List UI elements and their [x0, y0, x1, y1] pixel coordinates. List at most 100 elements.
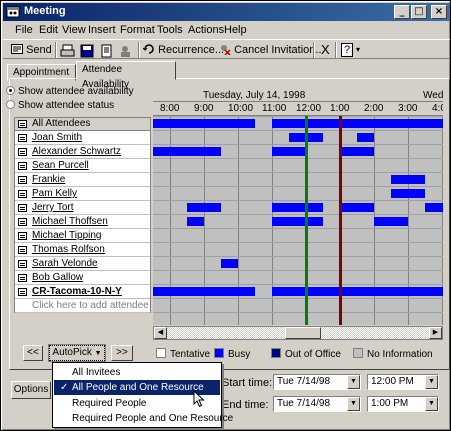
free-busy-grid[interactable]: Tuesday, July 14, 1998 Wed 8:00 9:00 10:00… — [153, 89, 443, 325]
attendee-icon — [18, 246, 27, 254]
attendee-row[interactable]: Frankie — [15, 174, 150, 187]
show-status-option[interactable]: Show attendee status — [6, 100, 114, 111]
attach-icon[interactable] — [100, 43, 115, 59]
add-attendee-placeholder[interactable]: Click here to add attendee — [32, 300, 149, 312]
tentative-swatch — [156, 348, 166, 358]
attendee-name[interactable]: Michael Thoffsen — [32, 216, 108, 228]
menu-file[interactable]: File — [15, 24, 33, 36]
start-date-dropdown-icon[interactable]: ▼ — [347, 375, 360, 389]
attendee-name[interactable]: Pam Kelly — [32, 188, 77, 200]
busy-block — [187, 217, 204, 226]
attendee-name[interactable]: Michael Tipping — [32, 230, 101, 242]
toolbar-chevron-icon[interactable]: ▾ — [356, 42, 360, 58]
busy-block — [374, 217, 408, 226]
end-date-field[interactable]: Tue 7/14/98 ▼ — [273, 396, 361, 412]
autopick-label: AutoPick — [52, 347, 92, 358]
options-button[interactable]: Options — [11, 381, 51, 399]
resource-row[interactable]: CR-Tacoma-10-N-Y — [15, 286, 150, 299]
autopick-option-all-invitees[interactable]: All Invitees — [54, 365, 220, 380]
help-icon[interactable]: ? — [341, 43, 353, 57]
address-book-icon[interactable] — [119, 43, 134, 59]
attendee-row[interactable]: Michael Thoffsen — [15, 216, 150, 229]
attendee-row[interactable]: Bob Gallow — [15, 272, 150, 285]
send-button[interactable]: Send — [11, 42, 52, 58]
resource-name[interactable]: CR-Tacoma-10-N-Y — [32, 286, 122, 298]
menu-edit[interactable]: Edit — [39, 24, 58, 36]
busy-block — [272, 287, 443, 296]
attendee-name[interactable]: Thomas Rolfson — [32, 244, 105, 256]
attendee-row[interactable]: Thomas Rolfson — [15, 244, 150, 257]
attendee-name[interactable]: Alexander Schwartz — [32, 146, 121, 158]
meeting-start-marker[interactable] — [305, 116, 308, 325]
start-time-label: Start time: — [222, 377, 273, 389]
attendee-row[interactable]: Sarah Velonde — [15, 258, 150, 271]
menu-actions[interactable]: Actions — [188, 24, 224, 36]
scroll-thumb[interactable] — [285, 327, 321, 339]
previous-button[interactable]: << — [23, 345, 43, 361]
legend-tentative-label: Tentative — [170, 349, 211, 360]
row-gridline — [153, 172, 443, 173]
meeting-end-marker[interactable] — [339, 116, 342, 325]
tab-attendee-availability[interactable]: Attendee Availability — [76, 61, 176, 90]
end-time-dropdown-icon[interactable]: ▼ — [425, 397, 438, 411]
attendee-row[interactable]: Joan Smith — [15, 132, 150, 145]
busy-block — [153, 119, 255, 128]
row-gridline — [153, 256, 443, 257]
attendee-row[interactable]: Sean Purcell — [15, 160, 150, 173]
attendee-icon — [18, 162, 27, 170]
print-icon[interactable] — [60, 43, 75, 59]
menu-format[interactable]: Format — [120, 24, 155, 36]
option-label: All Invitees — [72, 367, 121, 378]
attendee-name[interactable]: Jerry Tort — [32, 202, 74, 214]
end-time-field[interactable]: 1:00 PM ▼ — [367, 396, 439, 412]
menu-view[interactable]: View — [62, 24, 86, 36]
menu-tools[interactable]: Tools — [157, 24, 183, 36]
busy-block — [391, 189, 425, 198]
attendee-name[interactable]: Bob Gallow — [32, 272, 83, 284]
add-attendee-row[interactable]: Click here to add attendee — [15, 300, 150, 313]
scroll-left-icon[interactable]: ◀ — [154, 327, 167, 339]
meeting-icon — [6, 6, 20, 18]
busy-block — [153, 147, 221, 156]
attendee-row[interactable]: Alexander Schwartz — [15, 146, 150, 159]
time-tick-label: 3:00 — [398, 103, 418, 114]
end-date-dropdown-icon[interactable]: ▼ — [347, 397, 360, 411]
maximize-button[interactable]: □ — [411, 5, 427, 19]
checkmark-icon: ✓ — [60, 382, 69, 393]
menu-insert[interactable]: Insert — [88, 24, 116, 36]
title-bar: Meeting _ □ × — [3, 3, 450, 21]
autopick-button[interactable]: AutoPick ▼ — [48, 344, 106, 362]
start-time-dropdown-icon[interactable]: ▼ — [425, 375, 438, 389]
minimize-button[interactable]: _ — [394, 5, 410, 19]
save-icon[interactable] — [80, 43, 95, 59]
legend-no-information: No Information — [353, 348, 433, 360]
autopick-option-required-people-one-resource[interactable]: Required People and One Resource — [54, 411, 233, 426]
row-gridline — [153, 130, 443, 131]
attendee-row[interactable]: Jerry Tort — [15, 202, 150, 215]
cancel-invitation-button[interactable]: Cancel Invitation... — [219, 42, 325, 58]
time-header: 8:00 9:00 10:00 11:00 12:00 1:00 2:00 3:00 4:00 — [153, 102, 443, 116]
attendee-name[interactable]: Sean Purcell — [32, 160, 89, 172]
start-time-field[interactable]: 12:00 PM ▼ — [367, 374, 439, 390]
close-button[interactable]: × — [431, 5, 447, 19]
all-attendees-row[interactable]: All Attendees — [15, 118, 150, 131]
radio-icon — [6, 100, 15, 109]
menu-help[interactable]: Help — [224, 24, 247, 36]
attendee-row[interactable]: Michael Tipping — [15, 230, 150, 243]
start-date-field[interactable]: Tue 7/14/98 ▼ — [273, 374, 361, 390]
send-label: Send — [26, 44, 52, 56]
recurrence-button[interactable]: Recurrence... — [142, 42, 224, 58]
next-button[interactable]: >> — [111, 345, 133, 361]
attendee-name[interactable]: Frankie — [32, 174, 65, 186]
cancel-invitation-icon — [221, 45, 231, 56]
time-tick-label: 9:00 — [194, 103, 214, 114]
attendee-icon — [18, 218, 27, 226]
scroll-right-icon[interactable]: ▶ — [429, 327, 442, 339]
horizontal-scrollbar[interactable]: ◀ ▶ — [153, 326, 443, 340]
attendee-name[interactable]: Joan Smith — [32, 132, 82, 144]
attendee-name[interactable]: Sarah Velonde — [32, 258, 98, 270]
resource-icon — [18, 288, 27, 296]
busy-block — [272, 119, 443, 128]
delete-icon[interactable]: X — [321, 42, 330, 58]
attendee-row[interactable]: Pam Kelly — [15, 188, 150, 201]
